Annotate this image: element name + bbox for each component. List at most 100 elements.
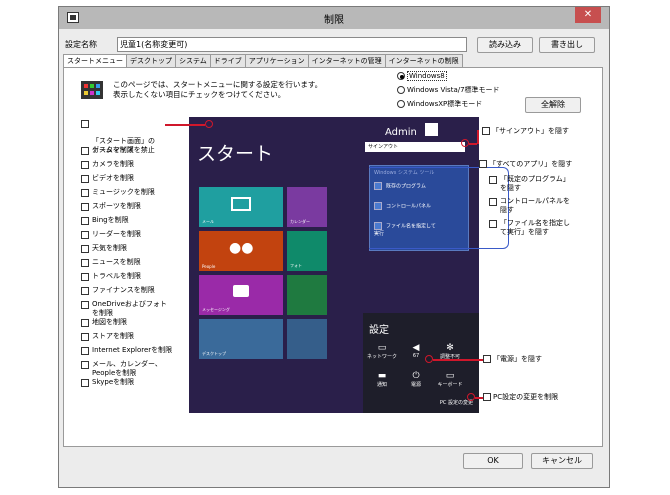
people-icon: ●● — [229, 240, 254, 256]
start-menu-icon — [81, 81, 103, 99]
mail-icon — [231, 197, 251, 211]
tab-desktop[interactable]: デスクトップ — [126, 54, 176, 68]
tab-application[interactable]: アプリケーション — [244, 54, 309, 68]
pc-settings-checkbox[interactable] — [483, 393, 491, 401]
left-option-row[interactable]: ニュースを制限 — [81, 258, 141, 267]
tab-start-menu[interactable]: スタートメニュー — [63, 54, 127, 68]
run-option[interactable]: 「ファイル名を指定し て実行」を隠す — [489, 219, 570, 237]
left-option-row[interactable]: メール、カレンダー、 Peopleを制限 — [81, 360, 162, 378]
radio-vista7[interactable] — [397, 86, 405, 94]
load-button[interactable]: 読み込み — [477, 37, 533, 53]
run-checkbox[interactable] — [489, 220, 497, 228]
customize-start-checkbox[interactable] — [81, 120, 89, 128]
calendar-tile: カレンダー — [287, 187, 327, 227]
radio-win8[interactable] — [397, 72, 405, 80]
callout-dot-power — [425, 355, 433, 363]
left-option-label: Internet Explorerを制限 — [92, 346, 173, 354]
admin-user: Admin — [385, 127, 417, 138]
left-option-label: スポーツを制限 — [92, 202, 141, 210]
left-option-row[interactable]: トラベルを制限 — [81, 272, 141, 281]
user-avatar-icon — [425, 123, 438, 136]
volume-icon: ◀ — [412, 343, 420, 353]
default-programs-option[interactable]: 「既定のプログラム」 を隠す — [489, 175, 570, 193]
default-programs-checkbox[interactable] — [489, 176, 497, 184]
left-option-row[interactable]: OneDriveおよびフォト を制限 — [81, 300, 167, 318]
control-panel-option[interactable]: コントロールパネルを 隠す — [489, 197, 570, 215]
info-line-1: このページでは、スタートメニューに関する設定を行います。 — [113, 80, 323, 89]
cancel-button[interactable]: キャンセル — [531, 453, 593, 469]
left-option-row[interactable]: 天気を制限 — [81, 244, 127, 253]
left-option-row[interactable]: Bingを制限 — [81, 216, 129, 225]
setting-name-label: 設定名称 — [65, 40, 97, 49]
settings-title: 設定 — [369, 325, 389, 336]
tab-system[interactable]: システム — [175, 54, 211, 68]
left-option-checkbox[interactable] — [81, 333, 89, 341]
left-option-checkbox[interactable] — [81, 231, 89, 239]
left-option-label: Bingを制限 — [92, 216, 129, 224]
left-option-checkbox[interactable] — [81, 287, 89, 295]
setting-name-input[interactable]: 児童1(名称変更可) — [117, 37, 467, 52]
all-apps-checkbox[interactable] — [479, 160, 487, 168]
left-option-checkbox[interactable] — [81, 161, 89, 169]
left-option-row[interactable]: Internet Explorerを制限 — [81, 346, 172, 355]
radio-xp[interactable] — [397, 100, 405, 108]
left-option-checkbox[interactable] — [81, 245, 89, 253]
all-apps-bracket — [369, 167, 509, 249]
left-option-checkbox[interactable] — [81, 361, 89, 369]
left-option-row[interactable]: ミュージックを制限 — [81, 188, 155, 197]
ok-button[interactable]: OK — [463, 453, 523, 469]
brightness-icon: ✻ — [446, 343, 454, 353]
signout-checkbox[interactable] — [482, 127, 490, 135]
blue-tile — [287, 319, 327, 359]
callout-line-signout-h — [469, 143, 477, 145]
left-option-checkbox[interactable] — [81, 259, 89, 267]
left-option-checkbox[interactable] — [81, 301, 89, 309]
left-option-checkbox[interactable] — [81, 217, 89, 225]
left-option-checkbox[interactable] — [81, 273, 89, 281]
callout-dot-customize — [205, 120, 213, 128]
left-option-row[interactable]: ストアを制限 — [81, 332, 134, 341]
left-option-label: メール、カレンダー、 Peopleを制限 — [92, 360, 162, 377]
setting-keyboard: ▭ キーボード — [433, 371, 467, 388]
left-option-row[interactable]: スポーツを制限 — [81, 202, 141, 211]
os-option-xp[interactable]: WindowsXP標準モード — [397, 100, 482, 109]
power-checkbox[interactable] — [483, 355, 491, 363]
left-option-checkbox[interactable] — [81, 189, 89, 197]
left-option-row[interactable]: ゲームを制限 — [81, 146, 134, 155]
control-panel-checkbox[interactable] — [489, 198, 497, 206]
release-all-button[interactable]: 全解除 — [525, 97, 581, 113]
left-option-row[interactable]: カメラを制限 — [81, 160, 134, 169]
green-tile — [287, 275, 327, 315]
left-option-checkbox[interactable] — [81, 379, 89, 387]
pc-settings-option[interactable]: PC設定の変更を制限 — [483, 393, 558, 402]
left-option-row[interactable]: 地図を制限 — [81, 318, 127, 327]
setting-network: ▭ ネットワーク — [366, 343, 397, 360]
left-option-label: ニュースを制限 — [92, 258, 141, 266]
os-option-vista7[interactable]: Windows Vista/7標準モード — [397, 86, 500, 95]
left-option-row[interactable]: リーダーを制限 — [81, 230, 141, 239]
messaging-icon — [233, 285, 249, 297]
tab-internet-restrict[interactable]: インターネットの制限 — [384, 54, 463, 68]
write-button[interactable]: 書き出し — [539, 37, 595, 53]
left-option-row[interactable]: ファイナンスを制限 — [81, 286, 155, 295]
all-apps-option[interactable]: 「すべてのアプリ」を隠す — [479, 160, 572, 169]
left-option-checkbox[interactable] — [81, 203, 89, 211]
left-option-label: Skypeを制限 — [92, 378, 135, 386]
left-option-row[interactable]: ビデオを制限 — [81, 174, 134, 183]
left-option-row[interactable]: Skypeを制限 — [81, 378, 134, 387]
tab-drive[interactable]: ドライブ — [209, 54, 246, 68]
left-option-checkbox[interactable] — [81, 147, 89, 155]
left-option-checkbox[interactable] — [81, 347, 89, 355]
notification-icon: ▬ — [377, 371, 387, 381]
os-option-win8[interactable]: Windows8 — [397, 71, 447, 81]
left-option-checkbox[interactable] — [81, 319, 89, 327]
close-button[interactable]: ✕ — [575, 7, 601, 23]
left-option-checkbox[interactable] — [81, 175, 89, 183]
left-option-label: ファイナンスを制限 — [92, 286, 155, 294]
tab-internet-manage[interactable]: インターネットの管理 — [307, 54, 386, 68]
left-option-label: ビデオを制限 — [92, 174, 134, 182]
people-tile: ●● People — [199, 231, 283, 271]
signout-option[interactable]: 「サインアウト」を隠す — [482, 127, 569, 136]
power-option[interactable]: 「電源」を隠す — [483, 355, 542, 364]
mail-tile: メール — [199, 187, 283, 227]
